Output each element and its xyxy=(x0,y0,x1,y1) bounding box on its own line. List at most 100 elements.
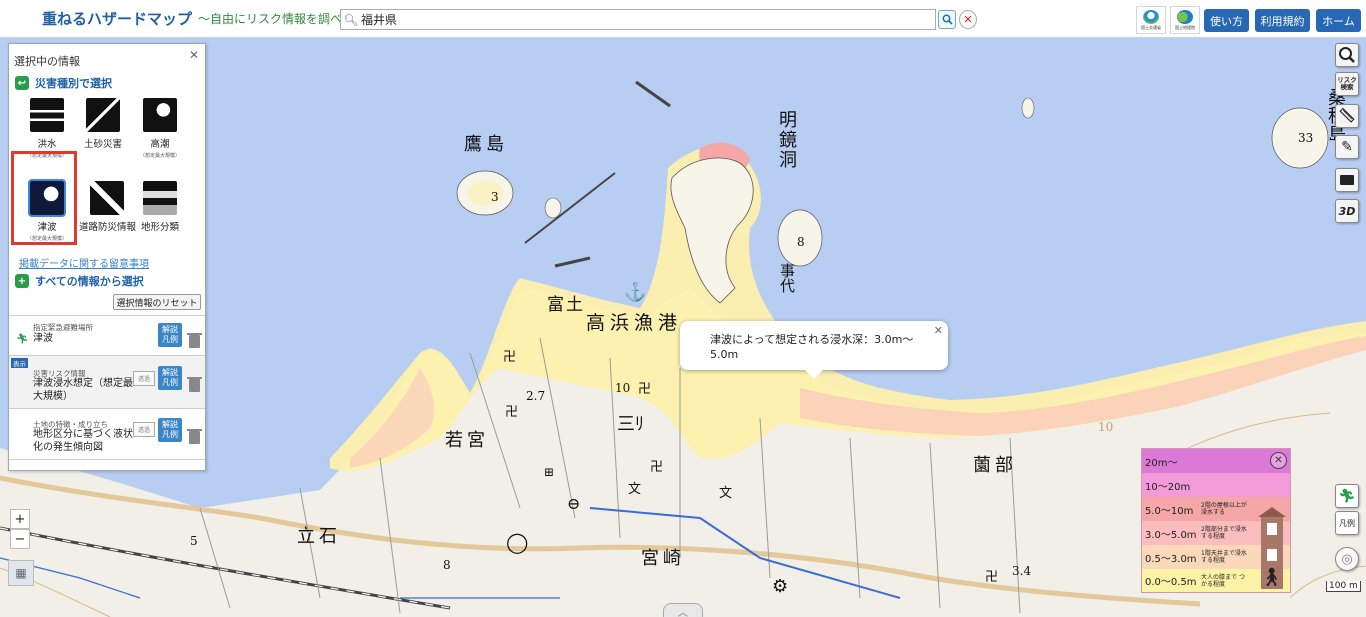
terms-button[interactable]: 利用規約 xyxy=(1255,9,1310,32)
clear-search-button[interactable]: ✕ xyxy=(959,10,977,29)
label-meikyodo: 明鏡洞 xyxy=(776,110,797,170)
label-fuji: 富土 xyxy=(547,295,585,315)
zoom-search-icon xyxy=(1339,47,1355,63)
toolbox-tool[interactable] xyxy=(1335,168,1359,192)
hazard-note: （想定最大規模） xyxy=(139,153,180,159)
temple-icon: 卍 xyxy=(503,350,517,365)
legend-range: 20m～ xyxy=(1145,457,1178,469)
elevation-point: 10 xyxy=(1098,420,1114,434)
layer-row[interactable]: 土地の特徴・成り立ち 地形区分に基づく液状化の発生傾向図 透過 解説 凡例 xyxy=(9,408,205,460)
search-tool[interactable] xyxy=(1335,43,1359,67)
tsunami-legend: 20m～ 10～20m 5.0～10m 2階の屋根以上が浸水する 3.0～5.0… xyxy=(1141,448,1291,593)
legend-desc: 1階天井まで浸水する程度 xyxy=(1201,550,1247,564)
tsunami-highlight-box xyxy=(11,151,77,245)
port-anchor-icon: ⚓ xyxy=(624,282,647,303)
popup-close-icon[interactable]: ✕ xyxy=(934,324,943,337)
hazard-storm-surge[interactable]: 高潮 （想定最大規模） xyxy=(136,98,184,159)
home-button[interactable]: ホーム xyxy=(1316,9,1361,32)
popup-text: 津波によって想定される浸水深：3.0m～5.0m xyxy=(710,333,914,361)
label-sanri: 三ﾘ xyxy=(617,414,644,435)
app-title[interactable]: 重ねるハザードマップ xyxy=(42,8,192,29)
howto-button[interactable]: 使い方 xyxy=(1204,9,1249,32)
data-notice-link[interactable]: 掲載データに関する留意事項 xyxy=(19,255,149,270)
elevation-point: 2.7 xyxy=(526,389,546,403)
elevation-point: 10 xyxy=(615,381,631,395)
legend-close-icon[interactable]: ✕ xyxy=(1270,452,1287,469)
legend-btn-top: 解説 xyxy=(162,368,178,377)
zoom-out-button[interactable]: − xyxy=(10,529,30,549)
plus-icon: + xyxy=(15,274,29,288)
legend-desc: 2階の屋根以上が浸水する xyxy=(1201,502,1247,516)
gsi-logo[interactable]: 国土地理院 xyxy=(1170,6,1200,34)
legend-btn-bottom: 凡例 xyxy=(162,430,178,439)
draw-tool[interactable]: ✎ xyxy=(1335,135,1359,159)
temple-icon: 卍 xyxy=(505,405,519,420)
hazard-section-icon: ↩ xyxy=(15,76,29,90)
factory-icon: ⚙ xyxy=(772,576,789,597)
hazard-label: 土砂災害 xyxy=(83,139,122,150)
search-button[interactable] xyxy=(938,10,956,29)
3d-tool[interactable]: 3D xyxy=(1335,199,1359,223)
risk-search-tool[interactable]: リスク検索 xyxy=(1335,72,1359,96)
hazard-landslide[interactable]: 土砂災害 xyxy=(79,98,127,150)
mlit-mark-icon xyxy=(1143,9,1159,24)
hazard-label: 洪水 xyxy=(37,139,57,150)
all-info-section-header[interactable]: + すべての情報から選択 xyxy=(15,273,144,289)
current-location-button[interactable]: ◎ xyxy=(1335,547,1359,571)
legend-range: 5.0～10m xyxy=(1145,505,1194,517)
hazard-flood[interactable]: 洪水 （想定最大規模） xyxy=(23,98,71,159)
layer-name: 津波 xyxy=(33,333,53,344)
hazard-label: 高潮 xyxy=(150,139,170,150)
scale-bar: 100 m xyxy=(1326,581,1361,592)
label-kotoshiro: 事代 xyxy=(778,263,796,293)
legend-range: 0.0～0.5m xyxy=(1145,577,1197,588)
toolbox-icon xyxy=(1340,175,1354,185)
landslide-icon xyxy=(86,98,120,132)
layer-legend-button[interactable]: 解説 凡例 xyxy=(158,323,182,347)
evacuation-toggle[interactable]: 🏃︎ xyxy=(1335,484,1359,508)
elevation-point: 33 xyxy=(1298,131,1314,145)
layer-legend-button[interactable]: 解説 凡例 xyxy=(158,418,182,442)
temple-icon: 卍 xyxy=(638,382,652,397)
opacity-button[interactable]: 透過 xyxy=(133,371,155,386)
legend-range: 0.5～3.0m xyxy=(1145,553,1197,565)
hazard-label: 地形分類 xyxy=(140,222,179,233)
label-takahama-port: 高浜漁港 xyxy=(586,312,683,334)
hazard-terrain[interactable]: 地形分類 xyxy=(136,181,184,233)
measure-tool[interactable]: 📏︎ xyxy=(1335,104,1359,128)
mlit-logo[interactable]: 国土交通省 xyxy=(1136,6,1166,34)
depth-popup: 津波によって想定される浸水深：3.0m～5.0m ✕ xyxy=(680,321,948,379)
show-tag[interactable]: 表示 xyxy=(11,358,28,368)
all-info-section-title: すべての情報から選択 xyxy=(35,275,144,288)
person-icon: 🚶︎ xyxy=(1260,567,1283,588)
collapse-bottom-handle[interactable]: ︿ xyxy=(663,603,703,617)
legend-desc: 2階部分まで浸水する程度 xyxy=(1201,526,1247,540)
layer-legend-button[interactable]: 解説 凡例 xyxy=(158,366,182,390)
elevation-point: 8 xyxy=(797,235,805,249)
legend-desc: 大人の膝まで つかる程度 xyxy=(1201,573,1245,588)
panel-title: 選択中の情報 xyxy=(14,55,80,68)
trash-icon[interactable] xyxy=(187,377,202,392)
opacity-button[interactable]: 透過 xyxy=(133,422,155,437)
school-icon: 文 xyxy=(628,482,642,497)
trash-icon[interactable] xyxy=(187,333,202,348)
search-box[interactable]: 🔍︎ xyxy=(340,9,936,30)
terrain-icon xyxy=(143,181,177,215)
search-icon: 🔍︎ xyxy=(343,12,359,27)
basemap-switch-button[interactable]: ▦ xyxy=(8,560,34,586)
legend-toggle[interactable]: 凡例 xyxy=(1335,511,1359,535)
layer-row[interactable]: 表示 災害リスク情報 津波浸水想定（想定最大規模） 透過 解説 凡例 xyxy=(9,355,205,408)
school-icon: 文 xyxy=(719,486,733,501)
layer-row[interactable]: 指定緊急避難場所 🏃︎ 津波 解説 凡例 xyxy=(9,315,205,355)
panel-close-icon[interactable]: ✕ xyxy=(189,48,199,62)
search-input[interactable] xyxy=(361,12,921,27)
post-office-icon: ⊖ xyxy=(567,494,581,513)
hazard-road[interactable]: 道路防災情報 xyxy=(79,181,136,233)
pencil-icon: ✎ xyxy=(1341,139,1353,155)
hazard-section-header[interactable]: ↩ 災害種別で選択 xyxy=(15,75,112,91)
reset-selection-button[interactable]: 選択情報のリセット xyxy=(113,294,201,310)
trash-icon[interactable] xyxy=(187,429,202,444)
storm-surge-icon xyxy=(143,98,177,132)
zoom-in-button[interactable]: + xyxy=(10,509,30,529)
label-wakamiya: 若宮 xyxy=(445,430,489,451)
